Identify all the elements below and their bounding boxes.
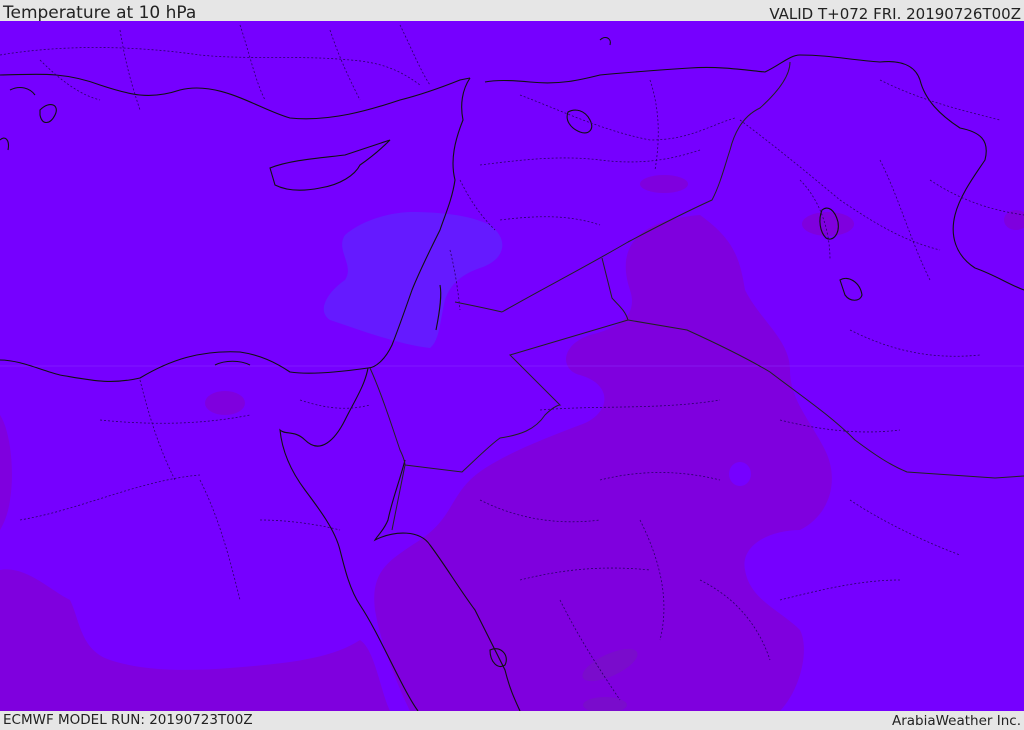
credit-label: ArabiaWeather Inc. <box>891 713 1021 729</box>
bottom-bar: ECMWF MODEL RUN: 20190723T00Z ArabiaWeat… <box>0 711 1024 729</box>
top-bar: Temperature at 10 hPa VALID T+072 FRI. 2… <box>0 0 1024 23</box>
map-title: Temperature at 10 hPa <box>3 3 197 23</box>
model-run-label: ECMWF MODEL RUN: 20190723T00Z <box>3 712 253 728</box>
field-darker-spot <box>802 212 854 236</box>
field-base-hole <box>729 462 751 486</box>
temperature-map <box>0 21 1024 711</box>
field-darker-spot <box>205 391 245 415</box>
field-darker-spot <box>640 175 688 193</box>
